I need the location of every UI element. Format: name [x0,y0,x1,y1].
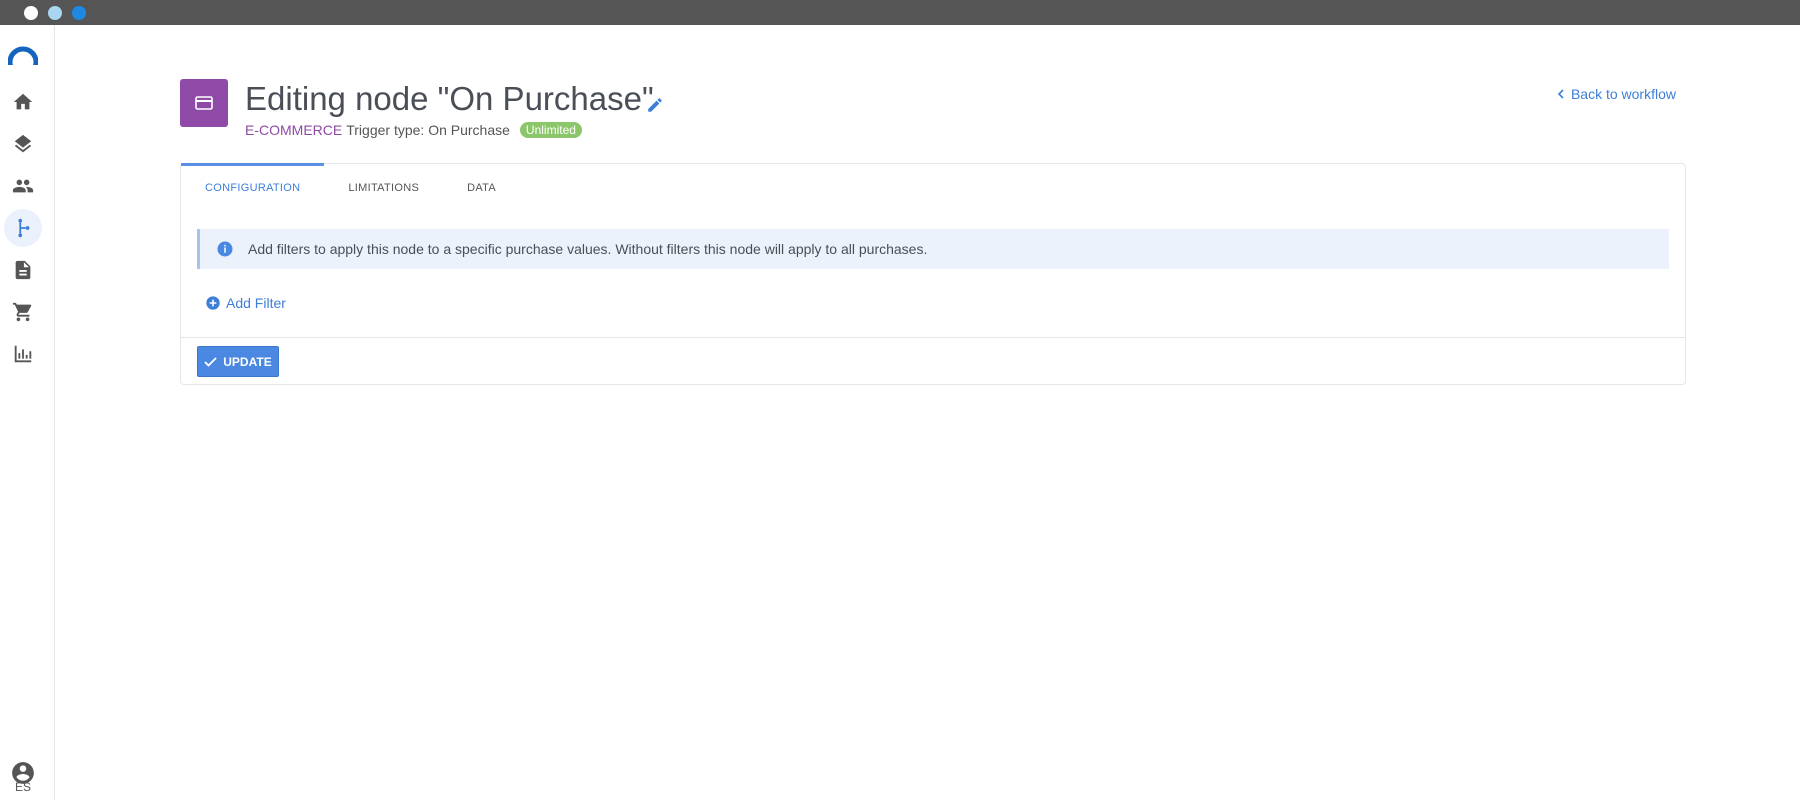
workflow-icon [18,218,30,238]
page-title: Editing node "On Purchase" [245,80,654,117]
tab-limitations[interactable]: LIMITATIONS [324,164,443,212]
chevron-left-icon [1557,89,1564,99]
update-button[interactable]: UPDATE [197,346,279,377]
tab-bar: CONFIGURATION LIMITATIONS DATA [181,163,520,212]
bar-chart-icon [14,345,32,363]
cart-icon [12,302,32,322]
add-circle-icon [206,296,220,310]
tab-data[interactable]: DATA [443,164,520,212]
sidebar-item-workflows[interactable] [4,209,42,247]
info-alert: Add filters to apply this node to a spec… [197,229,1669,269]
app-logo[interactable] [8,45,38,65]
people-icon [12,179,34,193]
node-subtitle: E-COMMERCE Trigger type: On Purchase Unl… [245,122,582,138]
document-icon [15,260,31,280]
back-to-workflow-link[interactable]: Back to workflow [1557,86,1676,102]
node-config-card: CONFIGURATION LIMITATIONS DATA Add filte… [180,163,1686,385]
sidebar-item-documents[interactable] [4,251,42,289]
sidebar-item-home[interactable] [4,83,42,121]
check-icon [204,356,217,367]
trigger-type: Trigger type: On Purchase [346,122,510,138]
node-type-icon [180,79,228,127]
add-filter-button[interactable]: Add Filter [205,295,286,311]
limit-badge: Unlimited [519,122,582,138]
pencil-icon [648,98,662,112]
sidebar-item-layers[interactable] [4,125,42,163]
sidebar-item-people[interactable] [4,167,42,205]
window-minimize-button[interactable] [48,6,62,20]
home-icon [13,93,33,110]
credit-card-icon [195,96,213,110]
node-category: E-COMMERCE [245,122,343,138]
layers-icon [14,134,32,153]
info-icon [217,241,233,257]
window-close-button[interactable] [24,6,38,20]
card-divider [181,337,1685,338]
sidebar-item-reports[interactable] [4,335,42,373]
info-message: Add filters to apply this node to a spec… [248,241,928,257]
sidebar: ES [0,25,55,800]
edit-title-button[interactable] [646,96,664,114]
window-titlebar [0,0,1800,25]
language-switcher[interactable]: ES [0,780,46,794]
back-link-label: Back to workflow [1570,86,1676,102]
window-maximize-button[interactable] [72,6,86,20]
update-label: UPDATE [223,354,272,369]
sidebar-item-ecommerce[interactable] [4,293,42,331]
add-filter-label: Add Filter [226,295,286,311]
tab-configuration[interactable]: CONFIGURATION [181,163,325,212]
